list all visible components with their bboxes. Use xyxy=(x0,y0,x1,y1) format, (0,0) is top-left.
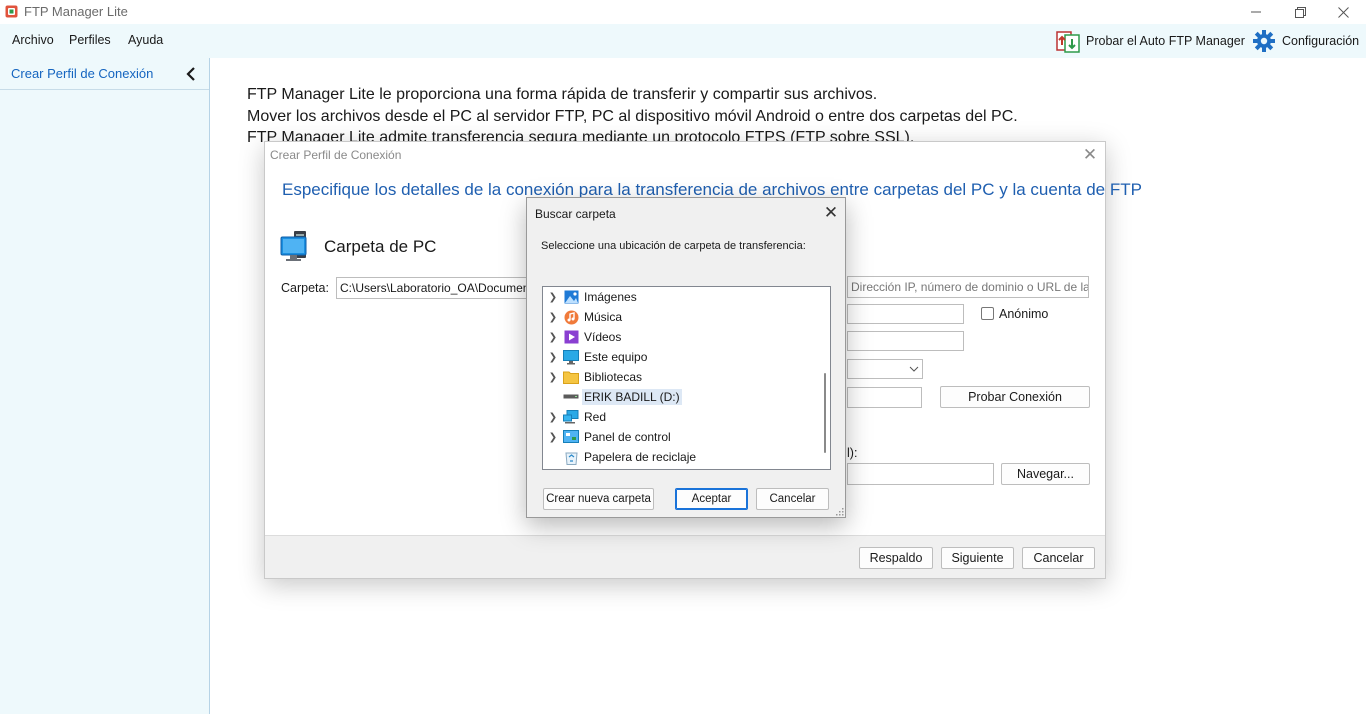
backup-button[interactable]: Respaldo xyxy=(859,547,933,569)
tree-item-label: Papelera de reciclaje xyxy=(584,450,697,464)
auto-ftp-icon xyxy=(1056,31,1080,53)
sidebar: Crear Perfil de Conexión xyxy=(0,58,210,714)
navigate-button[interactable]: Navegar... xyxy=(1001,463,1090,485)
folder-path-field[interactable]: C:\Users\Laboratorio_OA\Documentos xyxy=(336,277,531,299)
window-title: FTP Manager Lite xyxy=(24,4,128,19)
expand-chevron-icon[interactable]: ❯ xyxy=(546,312,560,323)
gear-icon xyxy=(1253,30,1275,52)
password-field[interactable] xyxy=(847,331,964,351)
network-icon xyxy=(563,409,579,425)
test-connection-button[interactable]: Probar Conexión xyxy=(940,386,1090,408)
ok-button[interactable]: Aceptar xyxy=(675,488,748,510)
expand-chevron-icon[interactable]: ❯ xyxy=(546,412,560,423)
tree-scrollbar[interactable] xyxy=(820,287,830,469)
protocol-select[interactable] xyxy=(847,359,923,379)
computer-icon xyxy=(563,349,579,365)
tree-item-este-equipo[interactable]: ❯ Este equipo xyxy=(543,347,819,367)
intro-text: FTP Manager Lite le proporciona una form… xyxy=(247,84,1018,149)
intro-line: FTP Manager Lite le proporciona una form… xyxy=(247,86,878,103)
browse-instruction: Seleccione una ubicación de carpeta de t… xyxy=(541,240,806,252)
tree-item-label: Panel de control xyxy=(584,430,671,444)
browse-dialog-title: Buscar carpeta xyxy=(535,207,616,221)
chevron-down-icon xyxy=(909,366,919,372)
tree-item-label: Música xyxy=(584,310,623,324)
anonymous-checkbox[interactable] xyxy=(981,307,994,320)
dialog-title: Crear Perfil de Conexión xyxy=(270,148,402,162)
settings-label: Configuración xyxy=(1282,34,1360,48)
close-icon xyxy=(1337,6,1349,18)
port-field[interactable] xyxy=(847,387,922,408)
expand-chevron-icon[interactable]: ❯ xyxy=(546,432,560,443)
menu-perfiles[interactable]: Perfiles xyxy=(69,33,111,47)
expand-chevron-icon[interactable]: ❯ xyxy=(546,372,560,383)
close-window-button[interactable] xyxy=(1320,0,1366,24)
menu-ayuda[interactable]: Ayuda xyxy=(128,33,163,47)
tree-item-videos[interactable]: ❯ Vídeos xyxy=(543,327,819,347)
new-folder-button[interactable]: Crear nueva carpeta xyxy=(543,488,654,510)
sidebar-item-create-profile[interactable]: Crear Perfil de Conexión xyxy=(0,58,209,90)
folder-label: Carpeta: xyxy=(281,281,329,295)
title-bar: FTP Manager Lite xyxy=(0,0,1366,24)
pictures-icon xyxy=(563,289,579,305)
app-logo-icon xyxy=(5,5,18,18)
tree-item-red[interactable]: ❯ Red xyxy=(543,407,819,427)
videos-icon xyxy=(563,329,579,345)
collapse-chevron-icon[interactable] xyxy=(184,66,198,82)
tree-item-label: Red xyxy=(584,410,607,424)
menu-archivo[interactable]: Archivo xyxy=(12,33,54,47)
tree-item-label: Imágenes xyxy=(584,290,637,304)
intro-line: Mover los archivos desde el PC al servid… xyxy=(247,107,1018,125)
drive-icon xyxy=(563,389,579,405)
auto-ftp-button[interactable]: Probar el Auto FTP Manager xyxy=(1056,29,1245,53)
settings-button[interactable]: Configuración xyxy=(1252,29,1359,53)
tree-item-label: ERIK BADILL (D:) xyxy=(582,389,682,405)
tree-item-musica[interactable]: ❯ Música xyxy=(543,307,819,327)
remote-folder-label: l): xyxy=(847,446,858,460)
resize-grip-icon[interactable] xyxy=(835,507,844,516)
tree-item-bibliotecas[interactable]: ❯ Bibliotecas xyxy=(543,367,819,387)
tree-item-label: Bibliotecas xyxy=(584,370,643,384)
tree-item-label: Vídeos xyxy=(584,330,622,344)
menu-bar: Archivo Perfiles Ayuda Probar el Auto FT… xyxy=(0,24,1366,58)
tree-item-erik-badill-drive[interactable]: ERIK BADILL (D:) xyxy=(543,387,819,407)
tree-item-label: Este equipo xyxy=(584,350,648,364)
auto-ftp-label: Probar el Auto FTP Manager xyxy=(1086,34,1245,48)
libraries-icon xyxy=(563,369,579,385)
expand-chevron-icon[interactable]: ❯ xyxy=(546,332,560,343)
tree-scrollbar-thumb[interactable] xyxy=(824,373,826,453)
tree-item-papelera[interactable]: Papelera de reciclaje xyxy=(543,447,819,467)
music-icon xyxy=(563,309,579,325)
anonymous-label: Anónimo xyxy=(999,307,1049,321)
pc-section-title: Carpeta de PC xyxy=(324,237,437,256)
expand-chevron-icon[interactable]: ❯ xyxy=(546,352,560,363)
tree-item-imagenes[interactable]: ❯ Imágenes xyxy=(543,287,819,307)
cancel-button[interactable]: Cancelar xyxy=(1022,547,1095,569)
remote-folder-field[interactable] xyxy=(847,463,994,485)
tree-item-panel-de-control[interactable]: ❯ Panel de control xyxy=(543,427,819,447)
minimize-button[interactable] xyxy=(1233,0,1279,24)
dialog-close-icon[interactable]: ✕ xyxy=(1081,146,1099,164)
pc-folder-icon xyxy=(280,231,307,261)
browse-folder-dialog: Buscar carpeta ✕ Seleccione una ubicació… xyxy=(526,197,846,518)
browse-cancel-button[interactable]: Cancelar xyxy=(756,488,829,510)
ftp-host-field[interactable]: Dirección IP, número de dominio o URL de… xyxy=(847,276,1089,298)
sidebar-item-label: Crear Perfil de Conexión xyxy=(11,66,154,81)
browse-close-icon[interactable]: ✕ xyxy=(822,204,840,222)
dialog-footer: Respaldo Siguiente Cancelar xyxy=(265,535,1105,578)
control-panel-icon xyxy=(563,429,579,445)
folder-tree[interactable]: ❯ Imágenes ❯ Música ❯ Vídeos ❯ Este equi… xyxy=(542,286,831,470)
restore-button[interactable] xyxy=(1277,0,1323,24)
next-button[interactable]: Siguiente xyxy=(941,547,1014,569)
expand-chevron-icon[interactable]: ❯ xyxy=(546,292,560,303)
minimize-icon xyxy=(1251,11,1261,13)
username-field[interactable] xyxy=(847,304,964,324)
recycle-bin-icon xyxy=(563,449,579,465)
dialog-title-bar: Crear Perfil de Conexión ✕ xyxy=(265,142,1105,168)
restore-icon xyxy=(1294,6,1306,18)
